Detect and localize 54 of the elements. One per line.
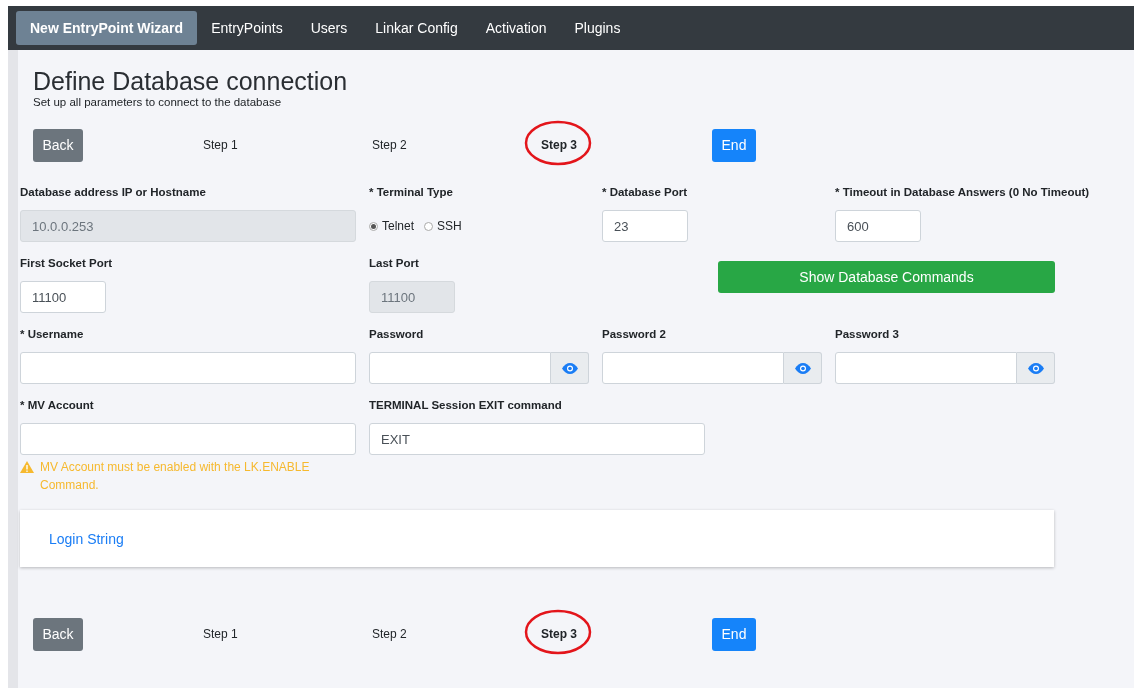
nav-tab[interactable]: EntryPoints [197, 11, 297, 45]
field-label: Last Port [369, 257, 419, 271]
highlight-ring-icon [524, 119, 592, 167]
highlight-ring-icon [524, 608, 592, 656]
password-field[interactable] [835, 352, 1017, 384]
text-field[interactable]: 11100 [20, 281, 106, 313]
nav-tab[interactable]: Plugins [560, 11, 635, 45]
step-label: Step 3 [541, 138, 710, 152]
warning-message: MV Account must be enabled with the LK.ENABLE Command. [40, 459, 311, 494]
text-field[interactable]: 600 [835, 210, 921, 242]
step-label: Step 1 [203, 138, 239, 152]
field-label: TERMINAL Session EXIT command [369, 399, 562, 413]
field-label: Password 2 [602, 328, 666, 342]
field-label: * Terminal Type [369, 186, 453, 200]
radio-label[interactable]: Telnet [382, 219, 415, 233]
radio-label[interactable]: SSH [437, 219, 462, 233]
nav-tab[interactable]: Linkar Config [361, 11, 472, 45]
login-string-link[interactable]: Login String [49, 530, 124, 547]
warning-icon [20, 461, 34, 473]
field-label: Database address IP or Hostname [20, 186, 206, 200]
field-label: Password 3 [835, 328, 899, 342]
show-password-button[interactable] [551, 352, 589, 384]
show-password-button[interactable] [784, 352, 822, 384]
back-button[interactable]: Back [33, 128, 83, 162]
text-field[interactable] [20, 352, 356, 384]
step-label: Step 2 [372, 627, 408, 641]
back-button[interactable]: Back [33, 617, 83, 651]
text-field[interactable]: 23 [602, 210, 688, 242]
password-field[interactable] [369, 352, 551, 384]
nav-tab[interactable]: New EntryPoint Wizard [16, 11, 198, 45]
page-subtitle: Set up all parameters to connect to the database [33, 96, 283, 108]
eye-icon [794, 362, 811, 374]
eye-icon [561, 362, 578, 374]
field-label: * Timeout in Database Answers (0 No Timeout) [835, 186, 1090, 200]
field-label: First Socket Port [20, 257, 113, 271]
text-field[interactable] [20, 423, 356, 455]
step-label: Step 2 [372, 138, 408, 152]
radio-button[interactable] [369, 221, 378, 231]
show-password-button[interactable] [1017, 352, 1055, 384]
password-field[interactable] [602, 352, 784, 384]
eye-icon [1027, 362, 1044, 374]
nav-tab[interactable]: Activation [471, 11, 561, 45]
end-button[interactable]: End [712, 128, 756, 162]
nav-tab[interactable]: Users [296, 11, 362, 45]
step-label: Step 3 [541, 627, 710, 641]
field-label: Password [369, 328, 424, 342]
step-label: Step 1 [203, 627, 239, 641]
text-field[interactable]: EXIT [369, 423, 705, 455]
radio-button[interactable] [424, 221, 434, 231]
field-label: * Database Port [602, 186, 687, 200]
field-label: * Username [20, 328, 84, 342]
end-button[interactable]: End [712, 617, 756, 651]
field-label: * MV Account [20, 399, 94, 413]
page-title: Define Database connection [33, 68, 349, 94]
